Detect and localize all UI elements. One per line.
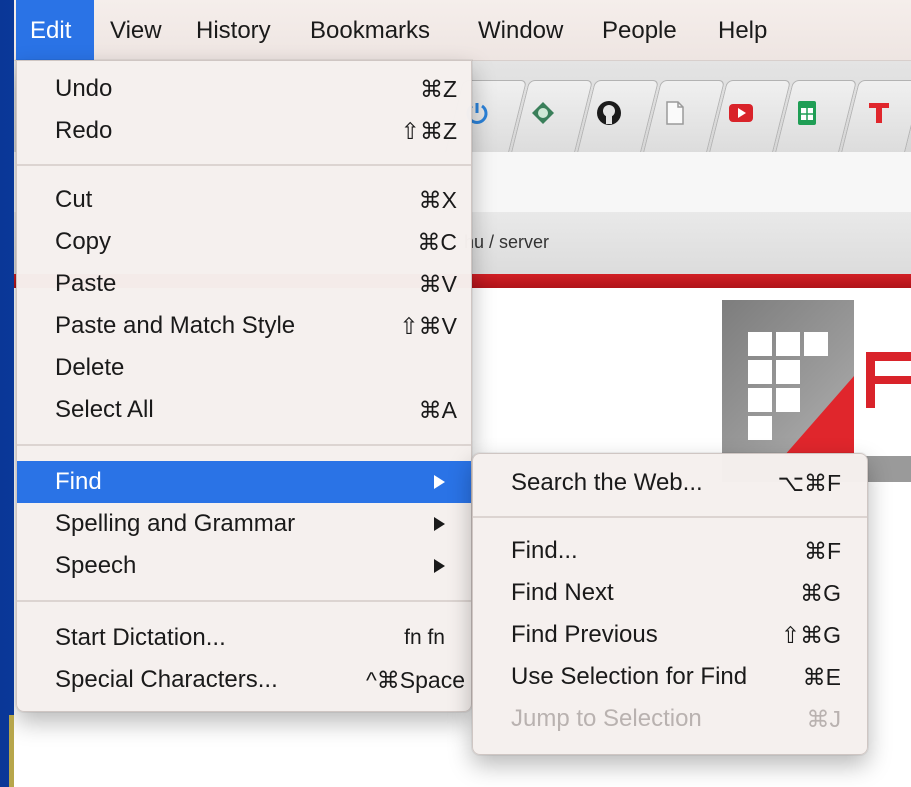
menu-item-label: Special Characters... [55,666,278,693]
address-text: hu / server [464,232,550,252]
menu-item-find[interactable]: Find... ⌘F [473,530,867,572]
menu-item-shortcut: ⇧⌘G [780,622,841,648]
submenu-arrow-icon [434,559,445,573]
menu-item-label: Start Dictation... [55,624,226,651]
menu-item-label: Spelling and Grammar [55,510,296,537]
menu-item-label: Copy [55,228,112,255]
github-icon [594,98,624,128]
menu-separator [17,600,471,602]
youtube-icon [726,98,756,128]
sheets-icon [792,98,822,128]
screen: hu / server Edit View History Bookmarks … [14,0,911,787]
menu-item-shortcut: ⇧⌘V [399,313,457,339]
menu-item-shortcut: ⌘E [802,664,841,690]
menu-item-label: Paste and Match Style [55,312,296,339]
menu-item-speech[interactable]: Speech [17,545,471,587]
menu-item-label: Cut [55,186,93,213]
menu-item-copy[interactable]: Copy ⌘C [17,221,471,263]
menu-item-label: Undo [55,75,113,102]
find-submenu: Search the Web... ⌥⌘F Find... ⌘F Find Ne… [472,453,868,755]
menu-item-delete[interactable]: Delete [17,347,471,389]
menu-item-find[interactable]: Find [17,461,471,503]
menu-item-special-characters[interactable]: Special Characters... ^⌘Space [17,659,471,701]
menu-item-find-next[interactable]: Find Next ⌘G [473,572,867,614]
menu-item-select-all[interactable]: Select All ⌘A [17,389,471,431]
menu-item-label: Select All [55,396,154,423]
menu-bar: Edit View History Bookmarks Window Peopl… [14,0,911,61]
menu-item-shortcut: ⌘F [803,538,841,564]
menu-separator [17,164,471,166]
menu-item-jump-to-selection: Jump to Selection ⌘J [473,698,867,740]
menu-item-redo[interactable]: Redo ⇧⌘Z [17,110,471,152]
site-logo [722,300,854,456]
menu-item-cut[interactable]: Cut ⌘X [17,179,471,221]
t-icon [864,98,894,128]
menubar-history[interactable]: History [188,0,279,60]
menubar-view[interactable]: View [102,0,170,60]
menu-item-search-the-web[interactable]: Search the Web... ⌥⌘F [473,462,867,504]
menu-item-label: Jump to Selection [511,705,702,732]
menu-item-shortcut: ⌥⌘F [777,470,841,496]
menu-item-shortcut: ⌘Z [419,76,457,102]
menu-item-label: Delete [55,354,125,381]
menu-item-start-dictation[interactable]: Start Dictation... fn fn [17,617,471,659]
menu-separator [17,444,471,446]
menu-item-label: Redo [55,117,113,144]
menu-item-label: Search the Web... [511,469,703,496]
menu-item-shortcut: ⌘G [800,580,841,606]
menu-separator [473,516,867,518]
menu-item-paste[interactable]: Paste ⌘V [17,263,471,305]
menu-item-label: Speech [55,552,137,579]
menubar-people[interactable]: People [594,0,685,60]
menu-item-spelling-and-grammar[interactable]: Spelling and Grammar [17,503,471,545]
logo-letter-icon [866,352,911,408]
document-icon [660,98,690,128]
menu-item-shortcut: ⌘A [418,397,457,423]
menu-item-use-selection-for-find[interactable]: Use Selection for Find ⌘E [473,656,867,698]
menubar-window[interactable]: Window [470,0,571,60]
menu-item-label: Find Next [511,579,614,606]
menu-item-label: Use Selection for Find [511,663,748,690]
menu-item-paste-and-match-style[interactable]: Paste and Match Style ⇧⌘V [17,305,471,347]
edit-menu: Undo ⌘Z Redo ⇧⌘Z Cut ⌘X Copy ⌘C Paste ⌘V… [16,60,472,712]
menubar-edit[interactable]: Edit [16,0,94,60]
menu-item-shortcut: fn fn [404,626,445,649]
menu-item-shortcut: ⌘J [806,706,842,732]
menu-item-label: Find [55,468,102,495]
submenu-arrow-icon [434,475,445,489]
menu-item-shortcut: ⇧⌘Z [400,118,457,144]
menu-item-shortcut: ⌘V [418,271,457,297]
menu-item-undo[interactable]: Undo ⌘Z [17,68,471,110]
menu-item-shortcut: ⌘C [417,229,457,255]
shield-icon [528,98,558,128]
menu-item-shortcut: ⌘X [418,187,457,213]
menubar-help[interactable]: Help [710,0,775,60]
submenu-arrow-icon [434,517,445,531]
menu-item-shortcut: ^⌘Space [365,667,465,693]
menu-item-label: Find Previous [511,621,658,648]
menubar-bookmarks[interactable]: Bookmarks [302,0,438,60]
menu-item-label: Find... [511,537,578,564]
menu-item-find-previous[interactable]: Find Previous ⇧⌘G [473,614,867,656]
menu-item-label: Paste [55,270,117,297]
